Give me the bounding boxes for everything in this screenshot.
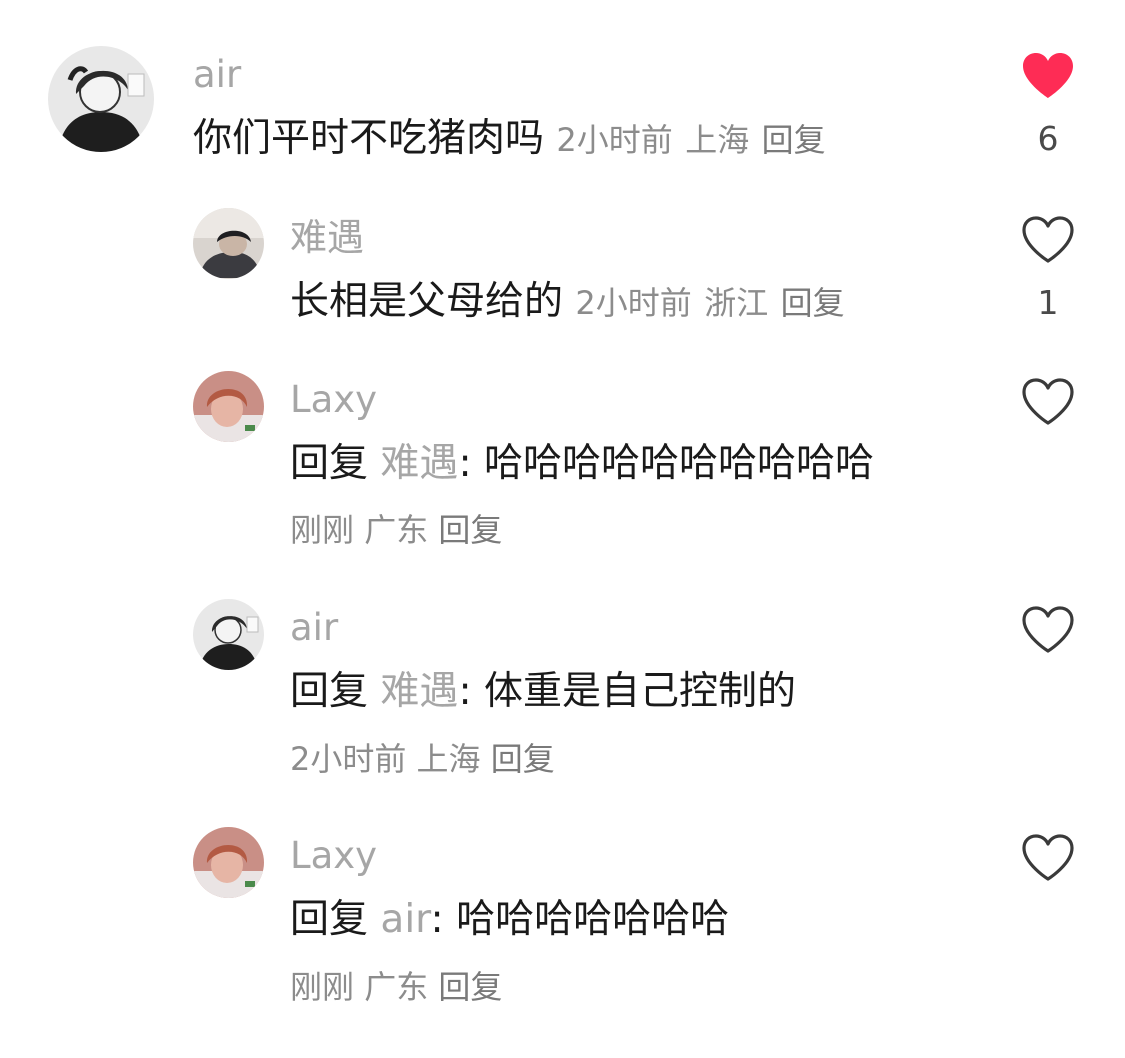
reply-prefix: 回复 [290,669,369,714]
heart-filled-icon [1023,53,1073,98]
comment-time: 2小时前 [575,284,692,322]
like-count: 6 [1037,119,1059,158]
comment-body: 回复 难遇: 体重是自己控制的 [290,667,796,717]
reply-target-username[interactable]: air [380,897,430,942]
comment-body: 你们平时不吃猪肉吗 2小时前 上海 回复 [193,114,826,165]
comment-time: 刚刚 [290,511,355,549]
avatar[interactable] [193,599,264,670]
comment-username[interactable]: 难遇 [290,216,364,260]
reply-colon: : [458,441,472,486]
avatar[interactable] [193,371,264,442]
comment-text: 长相是父母给的 [290,279,564,324]
comment-username[interactable]: air [290,606,338,650]
avatar[interactable] [193,208,264,279]
like-count: 1 [1037,283,1059,322]
comment-meta: 刚刚 广东 回复 [290,508,502,552]
comment-location: 上海 [685,121,750,159]
reply-button[interactable]: 回复 [438,511,502,549]
comment-location: 上海 [416,740,481,778]
like-button[interactable] [1020,378,1076,426]
comment-meta: 2小时前 上海 回复 [290,737,555,781]
comment-location: 广东 [364,968,429,1006]
reply-button[interactable]: 回复 [438,968,502,1006]
heart-outline-icon [1022,834,1074,881]
comment-location: 浙江 [704,284,769,322]
heart-outline-icon [1022,378,1074,425]
comment-body: 长相是父母给的 2小时前 浙江 回复 [290,277,845,328]
comment-text: 哈哈哈哈哈哈哈哈哈哈 [483,441,874,486]
comment-text: 哈哈哈哈哈哈哈 [456,897,730,942]
comment-text: 体重是自己控制的 [483,669,796,714]
reply-target-username[interactable]: 难遇 [380,441,458,486]
reply-button[interactable]: 回复 [762,121,826,159]
comment-username[interactable]: Laxy [290,378,377,422]
reply-prefix: 回复 [290,897,369,942]
like-button[interactable] [1020,216,1076,264]
avatar[interactable] [193,827,264,898]
comment-time: 2小时前 [556,121,673,159]
reply-colon: : [458,669,472,714]
reply-button[interactable]: 回复 [491,740,555,778]
comment-username[interactable]: air [193,53,241,97]
comment-text: 你们平时不吃猪肉吗 [193,116,545,161]
heart-outline-icon [1022,606,1074,653]
comment-body: 回复 air: 哈哈哈哈哈哈哈 [290,895,729,945]
reply-target-username[interactable]: 难遇 [380,669,458,714]
like-button[interactable] [1020,834,1076,882]
comment-meta: 刚刚 广东 回复 [290,965,502,1009]
reply-prefix: 回复 [290,441,369,486]
like-button[interactable] [1020,606,1076,654]
comment-time: 2小时前 [290,740,407,778]
reply-button[interactable]: 回复 [781,284,845,322]
comment-username[interactable]: Laxy [290,834,377,878]
like-button[interactable] [1020,52,1076,100]
comment-location: 广东 [364,511,429,549]
avatar[interactable] [48,46,154,152]
heart-outline-icon [1022,216,1074,263]
reply-colon: : [430,897,444,942]
comment-thread: air 你们平时不吃猪肉吗 2小时前 上海 回复 6 难遇 长相是父母给的 2小… [0,0,1125,1058]
comment-body: 回复 难遇: 哈哈哈哈哈哈哈哈哈哈 [290,439,874,489]
comment-time: 刚刚 [290,968,355,1006]
